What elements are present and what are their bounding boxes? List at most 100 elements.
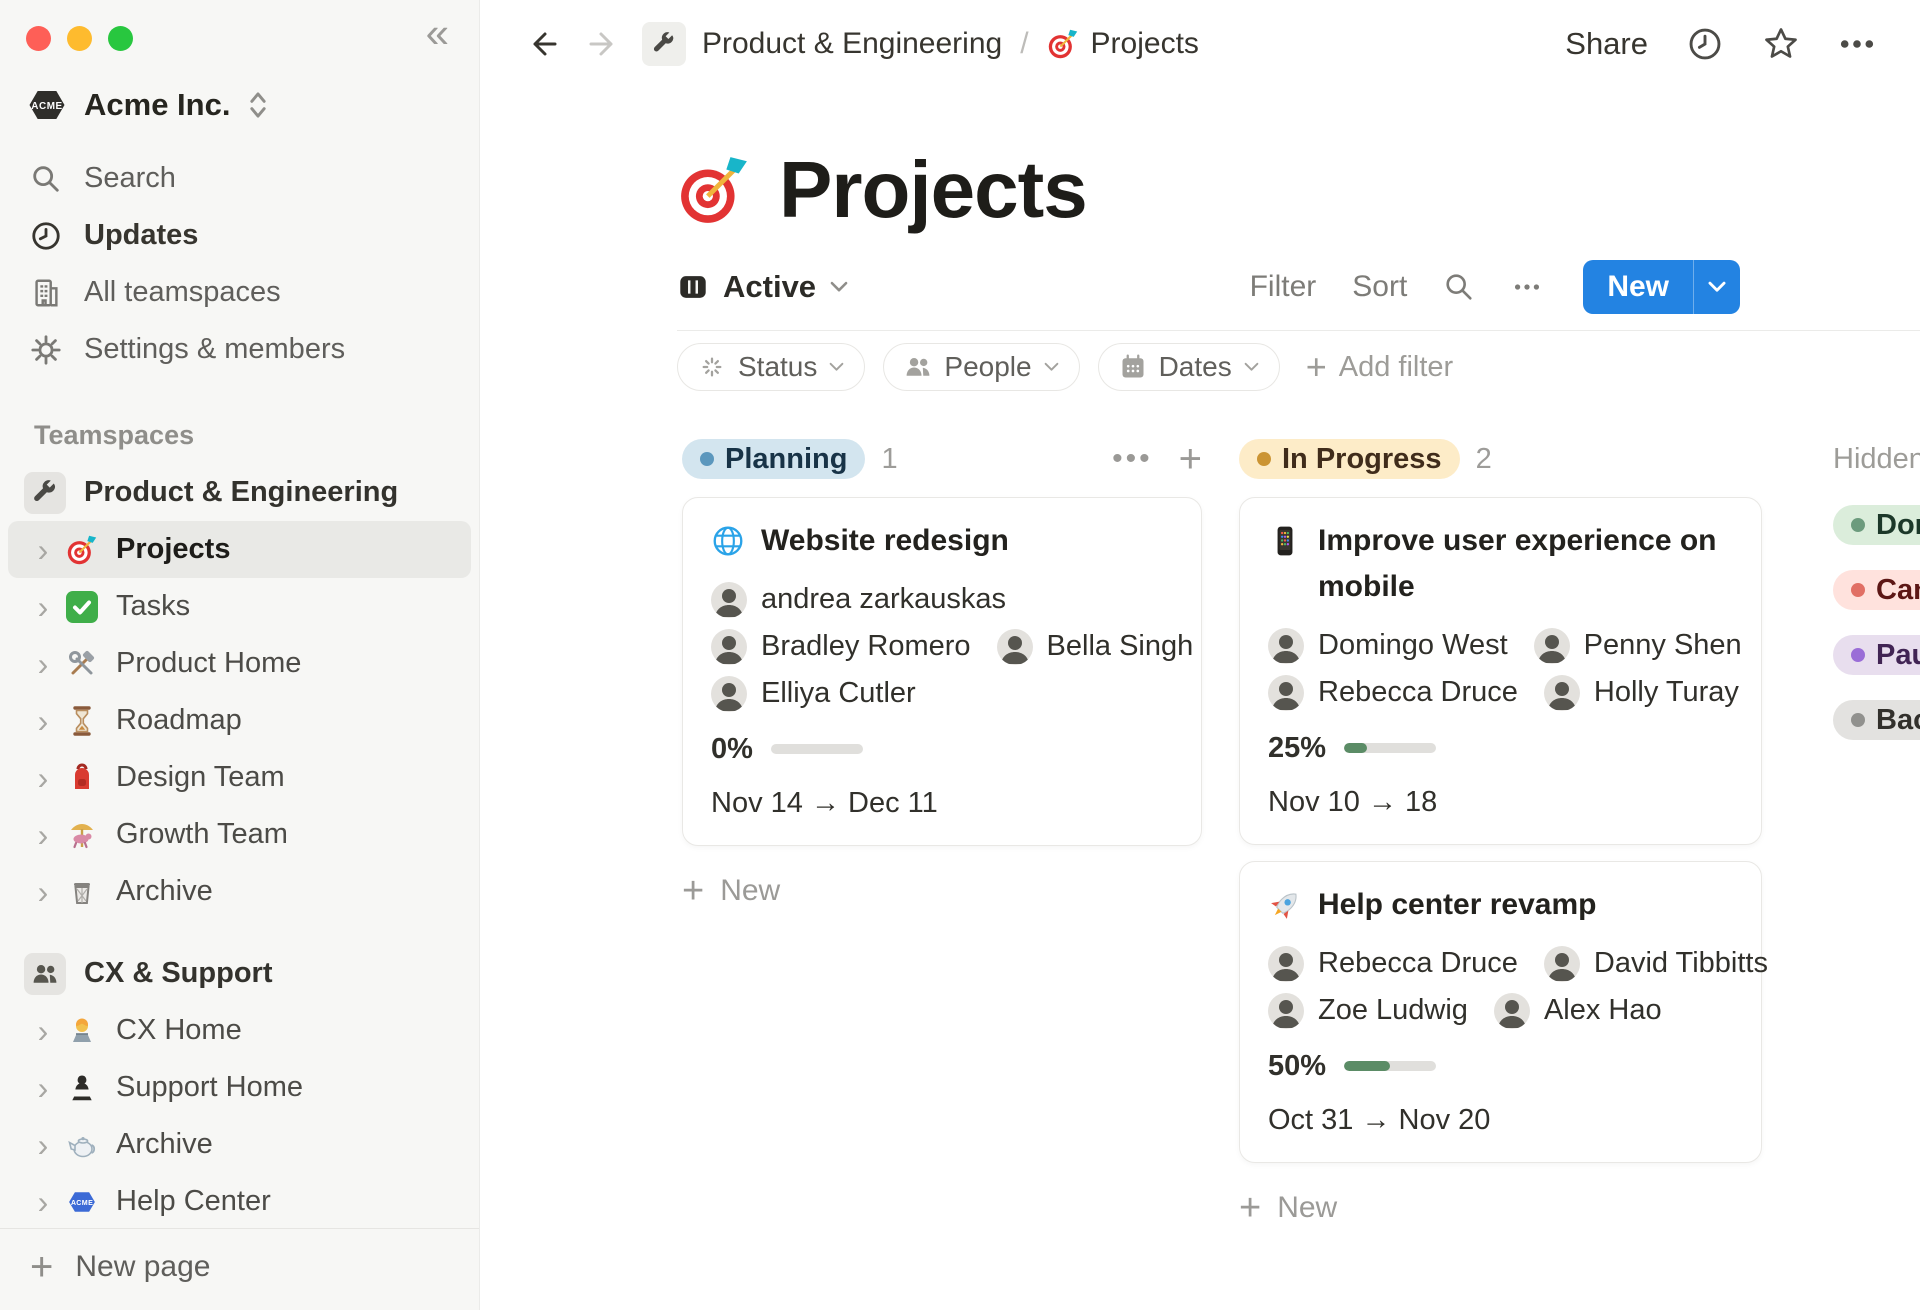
new-button[interactable]: New — [1583, 260, 1740, 314]
breadcrumb-page[interactable]: Projects — [1091, 27, 1199, 61]
column-new-button[interactable]: + New — [1239, 1189, 1762, 1227]
sidebar-space-cx-support[interactable]: CX & Support — [8, 945, 471, 1002]
backpack-icon — [66, 762, 100, 794]
kanban-board: Planning 1 ••• + Website redesign — [682, 439, 1920, 1227]
sidebar-item-growth-team[interactable]: › Growth Team — [8, 806, 471, 863]
sidebar-item-tasks[interactable]: › Tasks — [8, 578, 471, 635]
status-pill-canceled[interactable]: Canceled — [1833, 570, 1920, 610]
column-new-button[interactable]: + New — [682, 872, 1202, 910]
chevron-right-icon[interactable]: › — [30, 705, 56, 737]
status-dot — [1851, 713, 1865, 727]
calendar-icon — [1119, 353, 1147, 381]
new-page-button[interactable]: + New page — [0, 1238, 509, 1296]
avatar — [1494, 993, 1530, 1029]
chevron-right-icon[interactable]: › — [30, 1015, 56, 1047]
chevron-down-icon[interactable] — [1694, 260, 1740, 314]
workspace-switcher[interactable]: ACME Acme Inc. — [26, 84, 270, 126]
favorite-star-icon[interactable] — [1762, 25, 1800, 63]
dates-filter-chip[interactable]: Dates — [1098, 343, 1280, 391]
chevron-right-icon[interactable]: › — [30, 819, 56, 851]
share-button[interactable]: Share — [1565, 26, 1648, 62]
card-improve-mobile-ux[interactable]: Improve user experience on mobile Doming… — [1239, 497, 1762, 845]
people-icon — [24, 953, 66, 995]
card-website-redesign[interactable]: Website redesign andrea zarkauskas Bradl… — [682, 497, 1202, 846]
sort-button[interactable]: Sort — [1352, 270, 1407, 304]
card-title-row: Website redesign — [711, 518, 1173, 564]
close-window-button[interactable] — [26, 26, 51, 51]
card-progress-row: 25% — [1268, 730, 1733, 766]
status-filter-chip[interactable]: Status — [677, 343, 865, 391]
globe-icon — [711, 524, 745, 564]
avatar — [1544, 675, 1580, 711]
back-arrow-icon[interactable] — [526, 27, 560, 61]
sidebar-item-product-home[interactable]: › Product Home — [8, 635, 471, 692]
more-options-icon[interactable] — [1511, 271, 1543, 303]
avatar — [1544, 946, 1580, 982]
chevron-right-icon[interactable]: › — [30, 1129, 56, 1161]
chevron-right-icon[interactable]: › — [30, 591, 56, 623]
minimize-window-button[interactable] — [67, 26, 92, 51]
sidebar-item-support-home[interactable]: › Support Home — [8, 1059, 471, 1116]
search-icon[interactable] — [1443, 271, 1475, 303]
sidebar-collapse-icon[interactable]: « — [426, 12, 449, 54]
carousel-icon — [66, 819, 100, 851]
add-filter-button[interactable]: + Add filter — [1306, 349, 1453, 385]
chevron-down-icon — [1044, 362, 1059, 372]
people-icon — [904, 353, 932, 381]
avatar — [711, 676, 747, 712]
sidebar-item-all-teamspaces[interactable]: All teamspaces — [8, 264, 471, 321]
sidebar: « ACME Acme Inc. Search Updates All team — [0, 0, 480, 1310]
main-content: Product & Engineering / Projects Share P… — [480, 0, 1920, 1310]
sidebar-item-help-center[interactable]: › ACME Help Center — [8, 1173, 471, 1230]
sidebar-space-product-engineering[interactable]: Product & Engineering — [8, 464, 471, 521]
status-pill-in-progress[interactable]: In Progress — [1239, 439, 1460, 479]
column-more-icon[interactable]: ••• — [1112, 442, 1153, 476]
sidebar-item-design-team[interactable]: › Design Team — [8, 749, 471, 806]
updates-clock-icon — [30, 220, 64, 252]
people-filter-chip[interactable]: People — [883, 343, 1079, 391]
status-pill-backlog[interactable]: Backlog — [1833, 700, 1920, 740]
history-clock-icon[interactable] — [1686, 25, 1724, 63]
sidebar-item-archive-pe[interactable]: › Archive — [8, 863, 471, 920]
sidebar-item-projects[interactable]: › Projects — [8, 521, 471, 578]
pawn-icon — [66, 1072, 100, 1104]
view-tab-active[interactable]: Active — [677, 269, 848, 305]
status-pill-paused[interactable]: Paused — [1833, 635, 1920, 675]
sidebar-item-roadmap[interactable]: › Roadmap — [8, 692, 471, 749]
page-title[interactable]: Projects — [779, 144, 1087, 236]
card-people: Rebecca Druce David Tibbitts Zoe Ludwig … — [1268, 940, 1733, 1034]
teamspaces-section-label: Teamspaces — [34, 420, 194, 451]
filter-button[interactable]: Filter — [1250, 270, 1317, 304]
acme-badge-icon: ACME — [26, 84, 68, 126]
window-controls — [26, 26, 133, 51]
check-icon — [66, 591, 100, 623]
sidebar-item-updates[interactable]: Updates — [8, 207, 471, 264]
chevron-right-icon[interactable]: › — [30, 1072, 56, 1104]
forward-arrow-icon[interactable] — [586, 27, 620, 61]
card-dates: Nov 10 → 18 — [1268, 784, 1733, 820]
column-add-icon[interactable]: + — [1179, 439, 1202, 479]
chevron-right-icon[interactable]: › — [30, 534, 56, 566]
status-dot — [700, 452, 714, 466]
card-help-center-revamp[interactable]: Help center revamp Rebecca Druce David T… — [1239, 861, 1762, 1163]
hourglass-icon — [66, 705, 100, 737]
sidebar-item-cx-home[interactable]: › CX Home — [8, 1002, 471, 1059]
progress-percent: 50% — [1268, 1050, 1326, 1083]
more-options-icon[interactable] — [1838, 25, 1876, 63]
chevron-down-icon — [830, 281, 848, 293]
status-pill-done[interactable]: Done — [1833, 505, 1920, 545]
chevron-right-icon[interactable]: › — [30, 876, 56, 908]
status-pill-planning[interactable]: Planning — [682, 439, 865, 479]
zoom-window-button[interactable] — [108, 26, 133, 51]
sidebar-item-archive-cx[interactable]: › Archive — [8, 1116, 471, 1173]
chevron-right-icon[interactable]: › — [30, 648, 56, 680]
plus-icon: + — [1306, 349, 1327, 385]
rocket-icon — [1268, 888, 1302, 928]
sidebar-item-settings[interactable]: Settings & members — [8, 321, 471, 378]
chevron-right-icon[interactable]: › — [30, 1186, 56, 1218]
sidebar-item-search[interactable]: Search — [8, 150, 471, 207]
chevron-right-icon[interactable]: › — [30, 762, 56, 794]
breadcrumb-space-icon[interactable] — [642, 22, 686, 66]
progress-percent: 0% — [711, 733, 753, 766]
breadcrumb-space[interactable]: Product & Engineering — [702, 27, 1002, 61]
